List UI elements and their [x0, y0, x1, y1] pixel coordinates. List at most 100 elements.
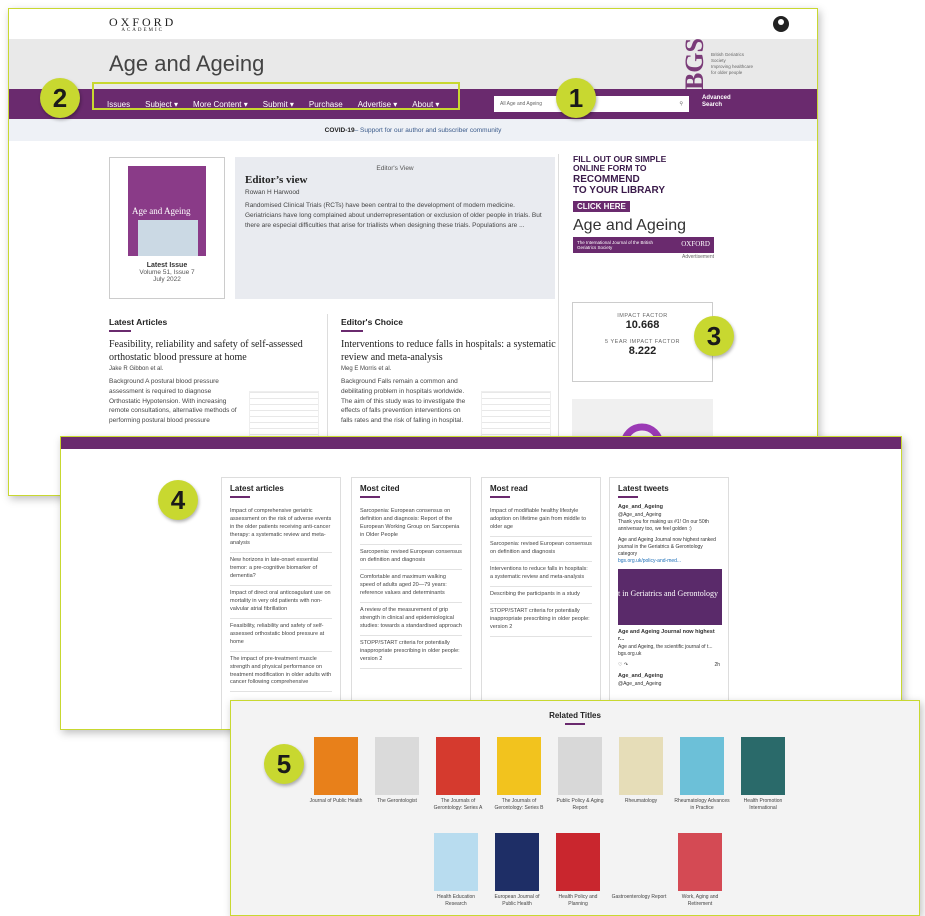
advanced-search-link[interactable]: Advanced Search	[702, 95, 742, 109]
tweet-actions: ♡ ↷ 2h	[618, 662, 720, 669]
tweet[interactable]: Age_and_Ageing @Age_and_Ageing	[618, 673, 720, 688]
related-title-item[interactable]: Journal of Public Health	[307, 737, 365, 805]
list-item[interactable]: STOPP/START criteria for potentially ina…	[490, 604, 592, 637]
editors-view-title[interactable]: Editor’s view	[245, 174, 545, 186]
covid-banner[interactable]: COVID-19 – Support for our author and su…	[9, 119, 817, 141]
impact-factor-box: IMPACT FACTOR 10.668 5 YEAR IMPACT FACTO…	[572, 302, 713, 382]
list-item[interactable]: Impact of modifiable healthy lifestyle a…	[490, 504, 592, 537]
related-title-item[interactable]: The Journals of Gerontology: Series A	[429, 737, 487, 811]
related-title-item[interactable]: Rheumatology Advances in Practice	[673, 737, 731, 811]
journal-cover[interactable]	[375, 737, 419, 795]
list-item[interactable]: Sarcopenia: revised European consensus o…	[490, 537, 592, 562]
journal-cover[interactable]	[741, 737, 785, 795]
list-item[interactable]: New horizons in late-onset essential tre…	[230, 553, 332, 586]
search-icon[interactable]: ⚲	[679, 101, 683, 107]
latest-issue-card[interactable]: Age and Ageing Latest Issue Volume 51, I…	[109, 157, 225, 299]
journal-cover[interactable]	[497, 737, 541, 795]
card-heading: Most read	[490, 484, 528, 493]
tweet-card-link: bgs.org.uk	[618, 651, 642, 658]
journal-cover[interactable]	[434, 833, 478, 891]
latest-article-abstract: Background A postural blood pressure ass…	[109, 378, 237, 424]
most-read-card: Most read Impact of modifiable healthy l…	[481, 477, 601, 729]
journal-cover[interactable]	[314, 737, 358, 795]
editors-view-author: Rowan H Harwood	[245, 189, 300, 196]
ad-journal: Age and Ageing	[573, 216, 686, 234]
editors-choice-author: Meg E Morris et al.	[341, 366, 392, 372]
list-item[interactable]: Describing the participants in a study	[490, 587, 592, 604]
related-title-item[interactable]: Work, Aging and Retirement	[671, 833, 729, 907]
issue-volume: Volume 51, Issue 7	[139, 269, 195, 276]
tweet[interactable]: Age and Ageing Journal now highest ranke…	[618, 537, 720, 565]
card-heading: Latest tweets	[618, 484, 669, 493]
editors-choice-title[interactable]: Interventions to reduce falls in hospita…	[341, 338, 556, 364]
list-item[interactable]: Sarcopenia: revised European consensus o…	[360, 545, 462, 570]
journal-cover[interactable]	[680, 737, 724, 795]
journal-name: The Journals of Gerontology: Series B	[494, 798, 544, 811]
related-title-item[interactable]: Gastroenterology Report	[610, 833, 668, 901]
article-lists-panel: Latest articles Impact of comprehensive …	[60, 436, 902, 730]
related-title-item[interactable]: Health Education Research	[427, 833, 485, 907]
advertisement[interactable]: FILL OUT OUR SIMPLE ONLINE FORM TO RECOM…	[573, 154, 714, 283]
tweet-card[interactable]: Age and Ageing Journal now highest r... A…	[618, 629, 720, 658]
tweet-image[interactable]: t in Geriatrics and Gerontology	[618, 568, 722, 625]
latest-issue-label: Latest Issue	[146, 262, 188, 269]
oxford-academic-logo[interactable]: OXFORD ACADEMIC	[109, 16, 176, 33]
related-title-item[interactable]: European Journal of Public Health	[488, 833, 546, 907]
latest-articles-section: Latest Articles Feasibility, reliability…	[109, 317, 324, 441]
list-item[interactable]: The impact of pre-treatment muscle stren…	[230, 652, 332, 693]
editors-choice-abstract: Background Falls remain a common and deb…	[341, 378, 466, 424]
card-heading: Most cited	[360, 484, 400, 493]
related-title-item[interactable]: Health Promotion International	[734, 737, 792, 811]
journal-name: Rheumatology	[624, 798, 658, 804]
list-item[interactable]: Interventions to reduce falls in hospita…	[490, 562, 592, 587]
covid-label: COVID-19	[324, 126, 355, 134]
latest-article-title[interactable]: Feasibility, reliability and safety of s…	[109, 338, 324, 364]
journal-name: European Journal of Public Health	[494, 894, 540, 907]
journal-cover[interactable]	[558, 737, 602, 795]
tweet-handle: @Age_and_Ageing	[618, 680, 662, 687]
ad-click-here-button[interactable]: CLICK HERE	[573, 200, 630, 212]
journal-cover[interactable]	[556, 833, 600, 891]
article-figure-thumbnail[interactable]	[249, 391, 319, 441]
society-tagline: Improving healthcare for older people	[711, 64, 754, 75]
list-item[interactable]: Impact of comprehensive geriatric assess…	[230, 504, 332, 553]
list-item[interactable]: Impact of direct oral anticoagulant use …	[230, 586, 332, 619]
list-item[interactable]: Comfortable and maximum walking speed of…	[360, 570, 462, 603]
article-figure-thumbnail[interactable]	[481, 391, 551, 441]
journal-cover[interactable]	[436, 737, 480, 795]
tweet-card-title: Age and Ageing Journal now highest r...	[618, 628, 715, 643]
user-account-icon[interactable]	[773, 16, 789, 32]
heart-icon[interactable]: ♡	[618, 662, 622, 668]
publisher-name: OXFORD	[109, 14, 177, 29]
list-item[interactable]: A review of the measurement of grip stre…	[360, 603, 462, 636]
share-icon[interactable]: ↷	[624, 662, 628, 668]
related-title-item[interactable]: The Journals of Gerontology: Series B	[490, 737, 548, 811]
journal-title[interactable]: Age and Ageing	[109, 51, 264, 77]
editors-view-text: Randomised Clinical Trials (RCTs) have b…	[245, 202, 542, 229]
journal-cover[interactable]	[495, 833, 539, 891]
journal-cover[interactable]	[619, 737, 663, 795]
journal-cover[interactable]	[617, 833, 661, 891]
purple-bar	[61, 437, 901, 449]
list-item[interactable]: STOPP/START criteria for potentially ina…	[360, 636, 462, 669]
ad-band-right: OXFORD	[681, 239, 710, 248]
related-title-item[interactable]: Rheumatology	[612, 737, 670, 805]
editors-view-kicker: Editor's View	[376, 165, 414, 172]
society-name: British Geriatrics Society	[711, 52, 745, 64]
tweet-link[interactable]: bgs.org.uk/policy-and-med...	[618, 558, 681, 564]
related-title-item[interactable]: Health Policy and Planning	[549, 833, 607, 907]
editors-choice-heading: Editor's Choice	[341, 317, 404, 327]
bgs-text: British Geriatrics Society Improving heal…	[711, 52, 757, 75]
issue-cover[interactable]: Age and Ageing	[128, 166, 206, 256]
list-item[interactable]: Feasibility, reliability and safety of s…	[230, 619, 332, 652]
latest-articles-heading: Latest Articles	[109, 317, 168, 327]
bgs-logo[interactable]: BGS British Geriatrics Society Improving …	[680, 38, 757, 90]
tweet[interactable]: Age_and_Ageing @Age_and_Ageing Thank you f…	[618, 504, 720, 533]
related-title-item[interactable]: Public Policy & Aging Report	[551, 737, 609, 811]
related-title-item[interactable]: The Gerontologist	[368, 737, 426, 805]
top-bar: OXFORD ACADEMIC	[9, 9, 817, 39]
card-heading: Latest articles	[230, 484, 284, 493]
list-item[interactable]: Sarcopenia: European consensus on defini…	[360, 504, 462, 545]
card-underline	[230, 496, 250, 498]
journal-cover[interactable]	[678, 833, 722, 891]
